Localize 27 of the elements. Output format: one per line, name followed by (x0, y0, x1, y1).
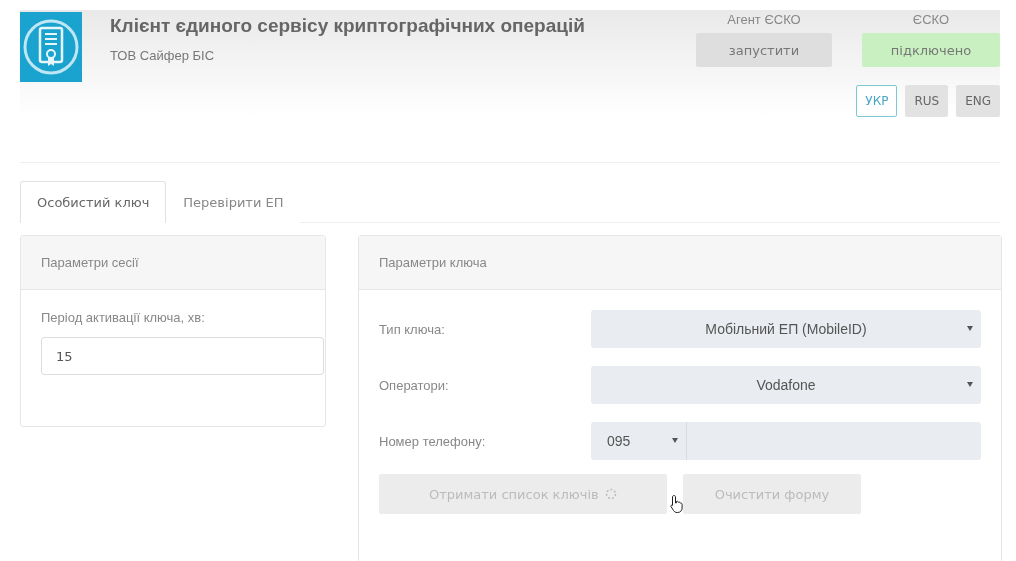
spinner-icon (604, 488, 617, 500)
field-label: Оператори: (379, 377, 450, 393)
dropdown[interactable]: Vodafone (591, 366, 981, 404)
certificate-logo-icon (20, 12, 82, 82)
company-name: ТОВ Сайфер БІС (110, 48, 216, 63)
status-indicator[interactable]: підключено (862, 33, 1000, 67)
service-label: ЄСКО (912, 12, 950, 27)
language-button[interactable]: УКР (856, 85, 898, 117)
caret-icon (967, 326, 973, 331)
caret-icon (672, 438, 678, 443)
start-button[interactable]: запустити (696, 33, 832, 67)
language-button[interactable]: ENG (956, 85, 1000, 117)
caret-icon (967, 382, 973, 387)
phone-input-field[interactable] (687, 422, 981, 460)
panel-title: Параметри ключа (359, 236, 1001, 290)
panel-title: Параметри сесії (21, 236, 325, 290)
app-title: Клієнт єдиного сервісу криптографічних операцій (110, 14, 586, 38)
field-label: Тип ключа: (379, 321, 446, 337)
service-label: Агент ЄСКО (727, 12, 801, 27)
field-label: Період активації ключа, хв: (41, 310, 206, 325)
language-button[interactable]: RUS (905, 85, 949, 117)
field-label: Номер телефону: (379, 433, 487, 449)
tab[interactable]: Особистий ключ (20, 181, 167, 223)
hand-cursor-icon (669, 494, 685, 514)
dropdown[interactable]: Мобільний ЕП (MobileID) (591, 310, 981, 348)
code-dropdown[interactable]: 095 (591, 422, 687, 460)
input-field[interactable]: 15 (41, 337, 324, 375)
